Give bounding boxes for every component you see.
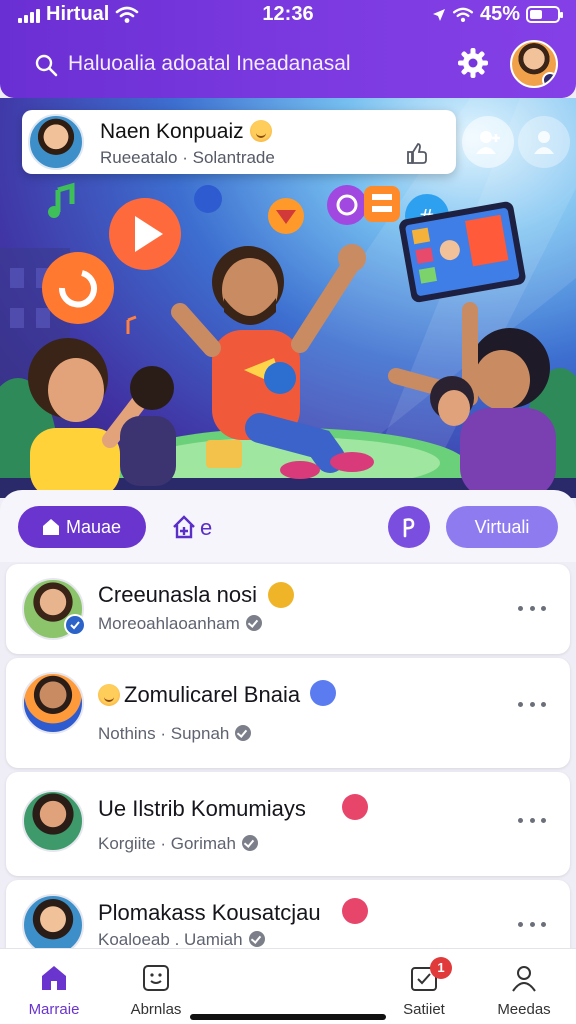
wifi-icon	[452, 7, 474, 22]
verified-icon	[245, 615, 262, 631]
explore-filter-button[interactable]: e	[170, 506, 220, 548]
list-item-title: Creeunasla nosi	[98, 582, 257, 607]
thumbs-up-icon[interactable]	[406, 142, 430, 166]
nav-item-tasks[interactable]: 1 Satiiet	[376, 957, 472, 1021]
more-options-icon[interactable]	[518, 694, 546, 714]
virtual-filter-button[interactable]: Virtuali	[446, 506, 558, 548]
filter-bar: Mauae e Virtuali	[0, 490, 576, 562]
profile-status-badge	[542, 72, 556, 86]
list-item-title: Ue Ilstrib Komumiays	[98, 796, 306, 821]
search-input[interactable]: Haluoalia adoatal Ineadanasal	[68, 52, 351, 76]
featured-user-subtitle: Rueeatalo · Solantrade	[100, 148, 275, 167]
list-item-subtitle-text: Koaloeab . Uamiah	[98, 930, 243, 949]
home-indicator[interactable]	[190, 1014, 386, 1020]
list-item-subtitle-text: Nothins · Supnah	[98, 724, 230, 743]
list-item-subtitle: Koaloeab . Uamiah	[98, 930, 265, 950]
list-item-subtitle: Korgiite · Gorimah	[98, 834, 258, 854]
list-item-subtitle-text: Moreoahlaoanham	[98, 614, 240, 633]
hero-banner: #	[0, 98, 576, 498]
avatar	[28, 114, 84, 170]
profile-avatar[interactable]	[510, 40, 558, 88]
verified-icon	[248, 931, 265, 947]
music-note-icon	[403, 518, 415, 538]
list-item[interactable]: Creeunasla nosi Moreoahlaoanham	[6, 564, 570, 654]
list-item[interactable]: Zomulicarel Bnaia Nothins · Supnah	[6, 658, 570, 768]
music-badge-icon	[310, 680, 336, 706]
list-item-title: Zomulicarel Bnaia	[98, 682, 300, 708]
status-bar: Hirtual 12:36 45%	[0, 0, 576, 30]
nav-label: Marraie	[28, 1001, 80, 1018]
app-header: Hirtual 12:36 45% Haluoalia adoatal Inea…	[0, 0, 576, 98]
featured-user-name: Naen Konpuaiz	[100, 120, 272, 144]
list-item-subtitle-text: Korgiite · Gorimah	[98, 834, 236, 853]
featured-user-name-text: Naen Konpuaiz	[100, 120, 244, 143]
music-filter-button[interactable]	[388, 506, 430, 548]
search-bar[interactable]: Haluoalia adoatal Ineadanasal	[0, 40, 576, 90]
list-item-title-text: Zomulicarel Bnaia	[124, 682, 301, 707]
search-icon[interactable]	[34, 53, 58, 77]
home-filter-label: Mauae	[66, 517, 122, 537]
nav-item-profile[interactable]: Meedas	[476, 959, 572, 1021]
location-icon	[432, 8, 445, 21]
list-item[interactable]: Ue Ilstrib Komumiays Korgiite · Gorimah	[6, 772, 570, 876]
nav-item-activity[interactable]: Abrnlas	[108, 959, 204, 1021]
person-icon	[512, 966, 536, 992]
home-filter-button[interactable]: Mauae	[18, 506, 146, 548]
home-icon	[43, 519, 59, 535]
emoji-icon	[98, 684, 120, 706]
list-item-title: Plomakass Kousatcjau	[98, 900, 321, 925]
house-plus-icon	[173, 515, 195, 539]
smile-emoji-icon	[249, 120, 272, 142]
verified-icon	[235, 725, 252, 741]
signal-icon	[18, 7, 40, 23]
gear-icon[interactable]	[456, 46, 490, 80]
add-friend-button[interactable]	[462, 116, 514, 168]
battery-level	[530, 10, 542, 19]
nav-label: Meedas	[497, 1001, 551, 1018]
verified-badge-icon	[64, 614, 86, 636]
add-friend-button-secondary[interactable]	[518, 116, 570, 168]
battery-icon	[526, 6, 563, 23]
nav-label: Abrnlas	[130, 1001, 182, 1018]
smile-box-icon	[143, 965, 169, 991]
battery-percent: 45%	[479, 3, 520, 25]
more-options-icon[interactable]	[518, 810, 546, 830]
nav-item-home[interactable]: Marraie	[6, 959, 102, 1021]
wifi-icon	[116, 6, 139, 23]
more-options-icon[interactable]	[518, 914, 546, 934]
list-item-subtitle: Moreoahlaoanham	[98, 614, 262, 634]
nav-label: Satiiet	[403, 1001, 445, 1018]
carrier-name: Hirtual	[46, 3, 110, 25]
explore-filter-label: e	[200, 515, 213, 540]
avatar	[22, 790, 84, 852]
more-options-icon[interactable]	[518, 598, 546, 618]
avatar	[22, 894, 84, 956]
bottom-navigation: Marraie Abrnlas 1 Satiiet Meedas	[0, 948, 576, 1024]
add-person-icon	[476, 131, 500, 154]
add-person-icon	[534, 131, 554, 154]
refresh-badge-icon	[342, 898, 368, 924]
featured-user-card[interactable]: Naen Konpuaiz Rueeatalo · Solantrade	[22, 110, 456, 174]
home-icon	[42, 966, 66, 990]
list-item-subtitle: Nothins · Supnah	[98, 724, 252, 744]
emoji-badge-icon	[268, 582, 294, 608]
verified-icon	[241, 835, 258, 851]
notification-badge: 1	[430, 957, 452, 979]
refresh-badge-icon	[342, 794, 368, 820]
avatar	[22, 672, 84, 734]
